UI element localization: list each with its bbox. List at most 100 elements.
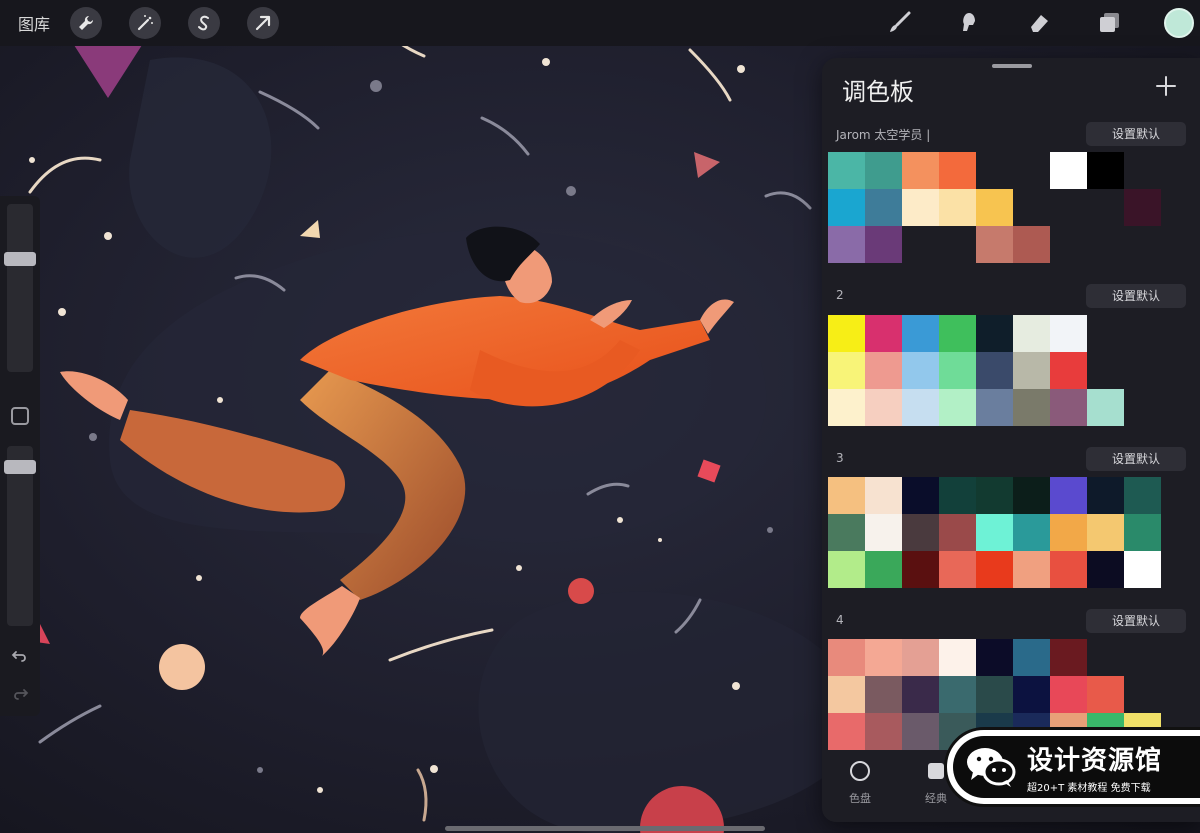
color-swatch-cell[interactable] bbox=[1013, 389, 1050, 426]
color-swatch-cell[interactable] bbox=[1124, 514, 1161, 551]
color-swatch-cell[interactable] bbox=[1050, 226, 1087, 263]
gallery-button[interactable]: 图库 bbox=[18, 11, 50, 35]
current-color-swatch[interactable] bbox=[1164, 8, 1194, 38]
color-swatch-cell[interactable] bbox=[1087, 152, 1124, 189]
modify-button[interactable] bbox=[11, 407, 29, 425]
color-swatch-cell[interactable] bbox=[1050, 352, 1087, 389]
color-swatch-cell[interactable] bbox=[828, 639, 865, 676]
color-swatch-cell[interactable] bbox=[976, 315, 1013, 352]
panel-grabber[interactable] bbox=[992, 64, 1032, 68]
color-swatch-cell[interactable] bbox=[865, 514, 902, 551]
set-default-button[interactable]: 设置默认 bbox=[1086, 284, 1186, 308]
color-swatch-cell[interactable] bbox=[865, 639, 902, 676]
color-swatch-cell[interactable] bbox=[1050, 477, 1087, 514]
smudge-button[interactable] bbox=[954, 8, 984, 38]
add-palette-button[interactable] bbox=[1154, 74, 1178, 98]
color-swatch-cell[interactable] bbox=[865, 713, 902, 750]
color-swatch-cell[interactable] bbox=[902, 389, 939, 426]
color-swatch-cell[interactable] bbox=[865, 676, 902, 713]
color-swatch-cell[interactable] bbox=[939, 152, 976, 189]
color-swatch-cell[interactable] bbox=[939, 676, 976, 713]
color-swatch-cell[interactable] bbox=[865, 152, 902, 189]
color-swatch-cell[interactable] bbox=[865, 352, 902, 389]
color-swatch-cell[interactable] bbox=[1124, 152, 1161, 189]
color-swatch-cell[interactable] bbox=[976, 226, 1013, 263]
color-swatch-cell[interactable] bbox=[1124, 226, 1161, 263]
color-swatch-cell[interactable] bbox=[939, 477, 976, 514]
color-swatch-cell[interactable] bbox=[1124, 389, 1161, 426]
color-swatch-cell[interactable] bbox=[939, 226, 976, 263]
color-swatch-cell[interactable] bbox=[1124, 315, 1161, 352]
color-swatch-cell[interactable] bbox=[939, 389, 976, 426]
color-swatch-cell[interactable] bbox=[1013, 152, 1050, 189]
color-swatch-cell[interactable] bbox=[902, 226, 939, 263]
color-swatch-cell[interactable] bbox=[939, 189, 976, 226]
color-swatch-cell[interactable] bbox=[1013, 676, 1050, 713]
color-swatch-cell[interactable] bbox=[828, 189, 865, 226]
color-swatch-cell[interactable] bbox=[976, 639, 1013, 676]
selection-button[interactable] bbox=[188, 7, 221, 39]
color-swatch-cell[interactable] bbox=[976, 389, 1013, 426]
color-swatch-cell[interactable] bbox=[976, 189, 1013, 226]
color-swatch-cell[interactable] bbox=[1124, 639, 1161, 676]
color-swatch-cell[interactable] bbox=[1013, 477, 1050, 514]
color-swatch-cell[interactable] bbox=[865, 189, 902, 226]
color-swatch-cell[interactable] bbox=[1087, 477, 1124, 514]
color-swatch-cell[interactable] bbox=[1087, 226, 1124, 263]
color-swatch-cell[interactable] bbox=[1087, 315, 1124, 352]
color-swatch-cell[interactable] bbox=[865, 226, 902, 263]
color-swatch-cell[interactable] bbox=[1013, 315, 1050, 352]
transform-button[interactable] bbox=[247, 7, 280, 39]
color-swatch-cell[interactable] bbox=[1087, 389, 1124, 426]
color-swatch-cell[interactable] bbox=[1087, 352, 1124, 389]
brush-size-thumb[interactable] bbox=[4, 252, 36, 266]
color-swatch-cell[interactable] bbox=[865, 551, 902, 588]
set-default-button[interactable]: 设置默认 bbox=[1086, 609, 1186, 633]
color-swatch-cell[interactable] bbox=[1013, 551, 1050, 588]
color-swatch-cell[interactable] bbox=[828, 352, 865, 389]
color-swatch-cell[interactable] bbox=[976, 352, 1013, 389]
color-swatch-cell[interactable] bbox=[939, 514, 976, 551]
color-swatch-cell[interactable] bbox=[902, 639, 939, 676]
brush-button[interactable] bbox=[884, 8, 914, 38]
opacity-thumb[interactable] bbox=[4, 460, 36, 474]
color-swatch-cell[interactable] bbox=[1050, 514, 1087, 551]
color-swatch-cell[interactable] bbox=[902, 152, 939, 189]
color-swatch-cell[interactable] bbox=[1013, 189, 1050, 226]
color-swatch-cell[interactable] bbox=[1050, 389, 1087, 426]
color-swatch-cell[interactable] bbox=[902, 676, 939, 713]
adjustments-button[interactable] bbox=[129, 7, 162, 39]
color-swatch-cell[interactable] bbox=[865, 477, 902, 514]
color-swatch-cell[interactable] bbox=[1124, 477, 1161, 514]
set-default-button[interactable]: 设置默认 bbox=[1086, 447, 1186, 471]
tab-disc[interactable]: 色盘 bbox=[830, 760, 890, 806]
color-swatch-cell[interactable] bbox=[1124, 189, 1161, 226]
layers-button[interactable] bbox=[1094, 8, 1124, 38]
color-swatch-cell[interactable] bbox=[828, 676, 865, 713]
color-swatch-cell[interactable] bbox=[828, 315, 865, 352]
brush-size-slider[interactable] bbox=[7, 204, 33, 372]
color-swatch-cell[interactable] bbox=[1050, 189, 1087, 226]
color-swatch-cell[interactable] bbox=[902, 352, 939, 389]
set-default-button[interactable]: 设置默认 bbox=[1086, 122, 1186, 146]
color-swatch-cell[interactable] bbox=[1087, 189, 1124, 226]
color-swatch-cell[interactable] bbox=[902, 315, 939, 352]
color-swatch-cell[interactable] bbox=[1050, 315, 1087, 352]
color-swatch-cell[interactable] bbox=[1050, 639, 1087, 676]
eraser-button[interactable] bbox=[1024, 8, 1054, 38]
color-swatch-cell[interactable] bbox=[1124, 551, 1161, 588]
color-swatch-cell[interactable] bbox=[1013, 514, 1050, 551]
color-swatch-cell[interactable] bbox=[1087, 514, 1124, 551]
color-swatch-cell[interactable] bbox=[976, 676, 1013, 713]
color-swatch-cell[interactable] bbox=[976, 551, 1013, 588]
color-swatch-cell[interactable] bbox=[939, 352, 976, 389]
color-swatch-cell[interactable] bbox=[865, 315, 902, 352]
color-swatch-cell[interactable] bbox=[1124, 352, 1161, 389]
color-swatch-cell[interactable] bbox=[976, 514, 1013, 551]
color-swatch-cell[interactable] bbox=[1050, 152, 1087, 189]
color-swatch-cell[interactable] bbox=[828, 389, 865, 426]
color-swatch-cell[interactable] bbox=[865, 389, 902, 426]
color-swatch-cell[interactable] bbox=[828, 477, 865, 514]
redo-button[interactable] bbox=[10, 684, 30, 704]
color-swatch-cell[interactable] bbox=[1050, 676, 1087, 713]
